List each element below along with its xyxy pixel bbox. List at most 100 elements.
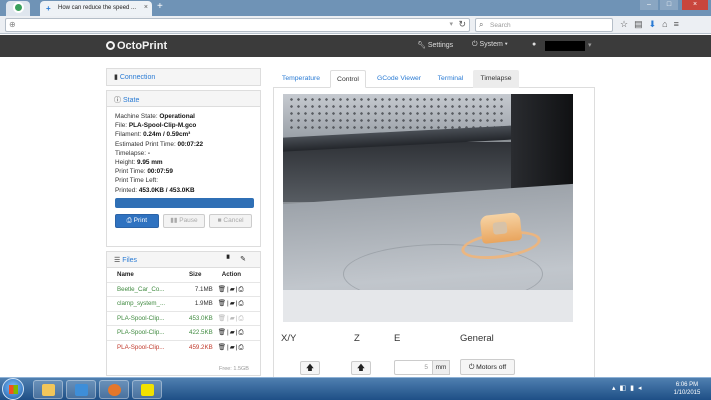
table-row[interactable]: PLA-Spool-Clip... 459.2KB 🗑︎|▰|⎙ <box>107 339 260 355</box>
folder-open-icon[interactable]: ▰ <box>230 329 236 336</box>
taskbar-firefox[interactable] <box>99 380 129 399</box>
print-controls: ⎙ Print ▮▮ Pause ■ Cancel <box>115 213 252 234</box>
file-icon[interactable]: ▘ <box>227 256 240 263</box>
motors-off-label: Motors off <box>476 364 507 371</box>
delete-icon[interactable]: 🗑︎ <box>218 344 227 351</box>
wrench-icon[interactable]: ✎ <box>240 256 254 263</box>
printed-value: 453.0KB / 453.0KB <box>138 186 195 194</box>
taskbar-media[interactable] <box>66 380 96 399</box>
tab-close-icon[interactable]: × <box>144 4 148 11</box>
toolbar-icons: ☆▤⬇⌂≡ <box>620 19 685 30</box>
download-icon[interactable]: ⬇ <box>649 19 663 29</box>
reading-list-icon[interactable]: ▤ <box>634 19 649 29</box>
minimize-button[interactable]: – <box>640 0 658 10</box>
motors-off-button[interactable]: ⏻ Motors off <box>460 359 515 375</box>
tray-app-icon[interactable]: ◧ <box>620 385 631 392</box>
col-name[interactable]: Name <box>107 268 189 282</box>
browser-tab[interactable]: + How can reduce the speed ... × <box>40 1 152 16</box>
settings-label: Settings <box>427 42 454 49</box>
firefox-menu-icon[interactable] <box>6 1 30 16</box>
taskbar-explorer[interactable] <box>33 380 63 399</box>
timelapse-row: Timelapse: - <box>115 149 252 158</box>
user-chevron-icon[interactable]: ▾ <box>588 41 592 49</box>
table-row[interactable]: PLA-Spool-Clip... 422.5KB 🗑︎|▰|⎙ <box>107 325 260 340</box>
tab-gcode-viewer[interactable]: GCode Viewer <box>370 70 428 88</box>
folder-open-icon[interactable]: ▰ <box>230 344 236 351</box>
taskbar-clock[interactable]: 6:06 PM 1/10/2015 <box>665 381 709 397</box>
table-row[interactable]: Beetle_Car_Co... 7.1MB 🗑︎|▰|⎙ <box>107 281 260 297</box>
print-file-icon[interactable]: ⎙ <box>238 329 244 336</box>
tab-control[interactable]: Control <box>330 70 366 88</box>
folder-open-icon[interactable]: ▰ <box>230 300 236 307</box>
volume-icon[interactable]: ◂ <box>638 385 646 392</box>
search-input[interactable]: ⌕ Search <box>475 18 613 32</box>
table-row[interactable]: PLA-Spool-Clip... 453.0KB 🗑︎|▰|⎙ <box>107 310 260 326</box>
taskbar-app[interactable] <box>132 380 162 399</box>
reload-icon[interactable]: ↻ <box>458 19 466 30</box>
files-header[interactable]: ☰ Files ▘✎ <box>107 252 260 268</box>
start-button[interactable] <box>2 378 24 400</box>
network-icon[interactable]: ▮ <box>630 385 638 392</box>
globe-icon: ⊕ <box>9 20 16 29</box>
menu-icon[interactable]: ≡ <box>674 19 685 29</box>
url-bar[interactable]: ⊕ ▾ ↻ <box>5 18 470 32</box>
home-icon[interactable]: ⌂ <box>662 19 673 29</box>
delete-icon[interactable]: 🗑︎ <box>218 300 227 307</box>
new-tab-button[interactable]: + <box>157 2 163 12</box>
cancel-button[interactable]: ■ Cancel <box>209 213 252 228</box>
table-row[interactable]: clamp_system_... 1.9MB 🗑︎|▰|⎙ <box>107 296 260 311</box>
dropdown-arrow-icon[interactable]: ▾ <box>449 20 453 28</box>
y-plus-button[interactable]: 🡅 <box>300 361 320 375</box>
signal-icon: ▮ <box>114 74 118 81</box>
file-name[interactable]: Beetle_Car_Co... <box>107 281 189 297</box>
webcam-bed-edge <box>283 290 573 322</box>
height-label: Height: <box>115 159 136 167</box>
webcam-printed-part <box>479 211 523 245</box>
octoprint-logo-icon <box>106 41 115 50</box>
pause-label: Pause <box>179 216 198 224</box>
maximize-button[interactable]: □ <box>660 0 678 10</box>
print-file-icon[interactable]: ⎙ <box>238 344 244 351</box>
settings-button[interactable]: 🔧︎ Settings <box>417 41 453 49</box>
connection-header[interactable]: ▮ Connection <box>107 69 260 85</box>
files-label: Files <box>122 257 138 264</box>
user-icon[interactable]: ● <box>532 41 536 48</box>
file-name[interactable]: clamp_system_... <box>107 296 189 311</box>
print-button[interactable]: ⎙ Print <box>115 213 159 228</box>
cancel-label: Cancel <box>223 216 244 224</box>
octoprint-header: OctoPrint 🔧︎ Settings ⏻ System ▾ ● ▾ <box>0 35 711 57</box>
filament-row: Filament: 0.24m / 0.59cm³ <box>115 130 252 139</box>
extrude-amount-input[interactable]: 5 <box>394 360 433 375</box>
file-actions: 🗑︎|▰|⎙ <box>215 281 260 297</box>
state-header[interactable]: ⓘ State <box>107 91 260 107</box>
est-time-value: 00:07:22 <box>177 140 204 148</box>
delete-icon[interactable]: 🗑︎ <box>218 286 227 293</box>
print-file-icon[interactable]: ⎙ <box>238 286 244 293</box>
tab-temperature[interactable]: Temperature <box>275 70 327 88</box>
brand[interactable]: OctoPrint <box>106 40 167 52</box>
tray-arrow-icon[interactable]: ▴ <box>612 385 620 392</box>
tab-terminal[interactable]: Terminal <box>430 70 471 88</box>
filament-value: 0.24m / 0.59cm³ <box>143 131 191 139</box>
close-window-button[interactable]: × <box>682 0 708 10</box>
tab-favicon-icon: + <box>46 4 51 13</box>
user-name-redacted[interactable] <box>545 41 585 51</box>
tab-timelapse[interactable]: Timelapse <box>473 70 519 88</box>
file-size: 459.2KB <box>189 339 216 355</box>
file-name[interactable]: PLA-Spool-Clip... <box>107 339 189 355</box>
folder-open-icon[interactable]: ▰ <box>230 286 236 293</box>
printed-label: Printed: <box>115 186 138 194</box>
pause-button[interactable]: ▮▮ Pause <box>162 213 206 228</box>
star-icon[interactable]: ☆ <box>620 19 634 29</box>
folder-icon <box>42 384 55 396</box>
file-name[interactable]: PLA-Spool-Clip... <box>107 325 189 340</box>
system-menu[interactable]: ⏻ System ▾ <box>472 41 508 49</box>
file-label: File: <box>115 122 128 130</box>
delete-icon[interactable]: 🗑︎ <box>218 329 227 336</box>
state-panel: ⓘ State Machine State: Operational File: … <box>106 90 261 247</box>
z-plus-button[interactable]: 🡅 <box>351 361 371 375</box>
print-file-icon[interactable]: ⎙ <box>238 300 244 307</box>
file-name[interactable]: PLA-Spool-Clip... <box>107 310 189 326</box>
search-placeholder: Search <box>490 22 511 29</box>
col-size[interactable]: Size <box>189 268 216 282</box>
